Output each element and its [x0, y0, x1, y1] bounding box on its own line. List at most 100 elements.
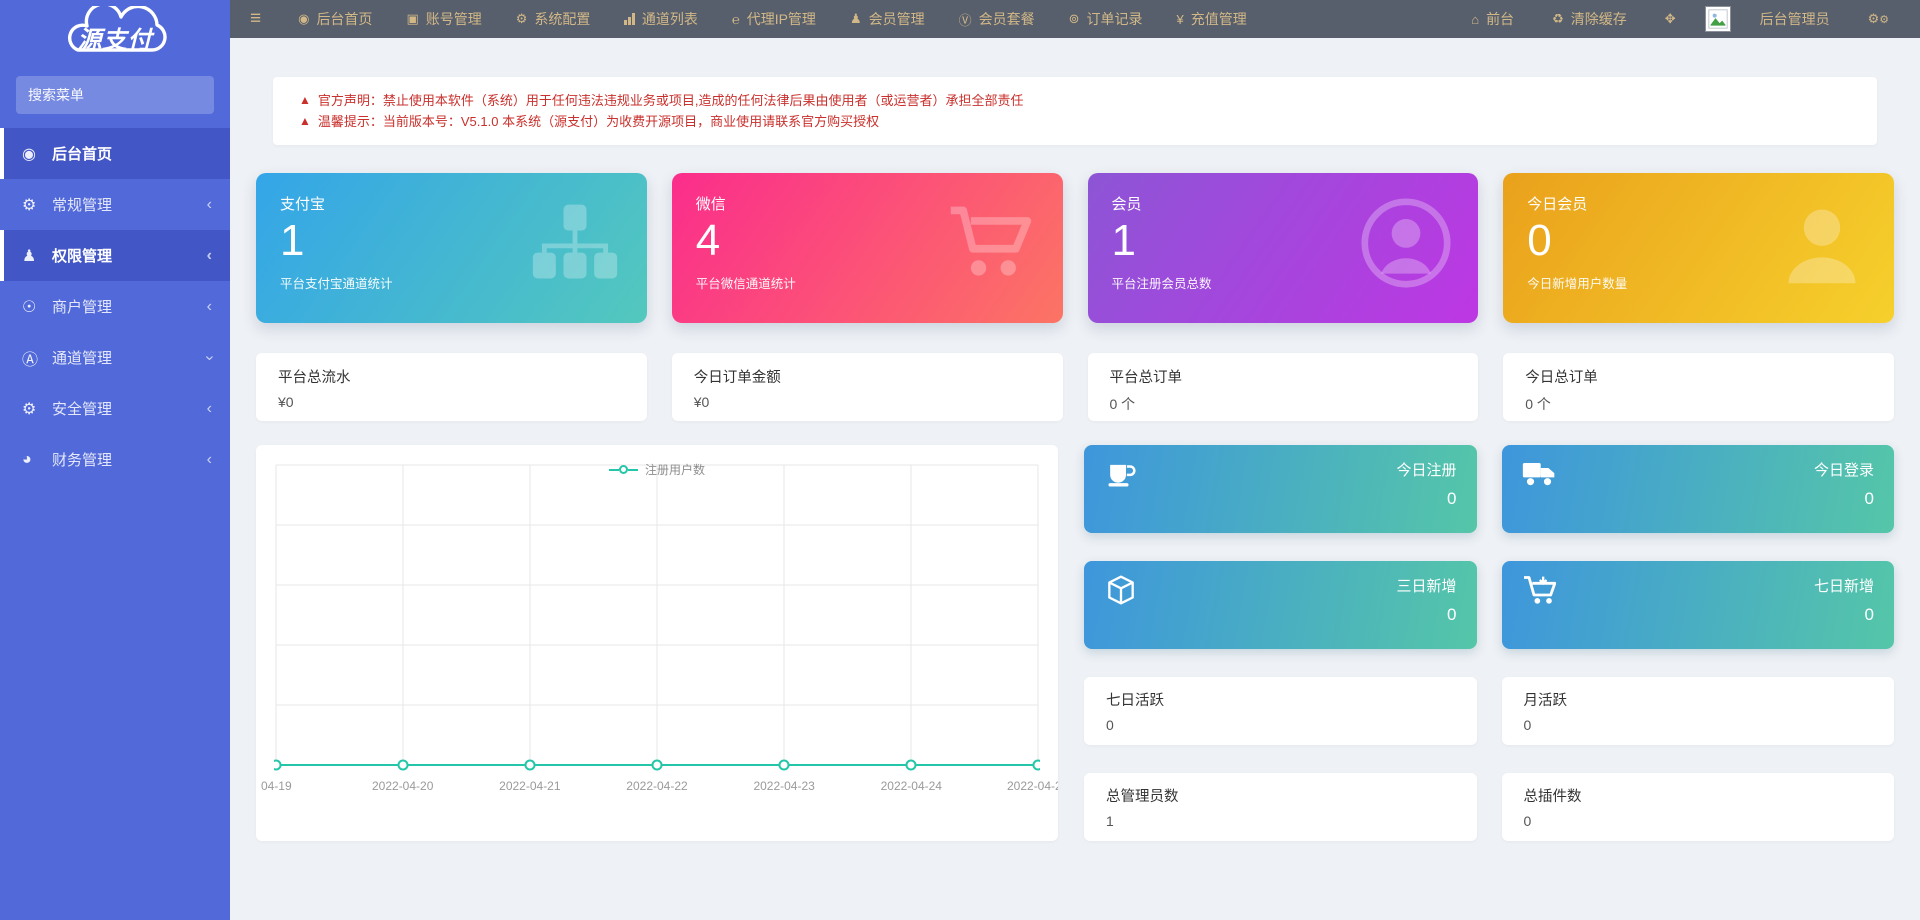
chevron-left-icon: ‹	[207, 298, 212, 316]
right-tiles-grid: 今日注册 0 今日登录 0	[1084, 445, 1894, 841]
sidebar-item-label: 后台首页	[52, 143, 112, 164]
topbar-item-label: 后台首页	[316, 9, 372, 29]
summary-cards-row: 平台总流水 ¥0 今日订单金额 ¥0 平台总订单 0 个 今日总订单 0 个	[256, 353, 1894, 421]
topbar-item-label: 充值管理	[1191, 9, 1247, 29]
logo-text: 源支付	[78, 20, 153, 55]
trash-icon: ♻	[1552, 11, 1564, 27]
admin-settings-button[interactable]: ⚙⚙	[1851, 0, 1906, 38]
topbar-item-system-config[interactable]: ⚙ 系统配置	[499, 0, 608, 38]
channel-icon: Ⓐ	[22, 346, 52, 370]
topbar-item-member-packages[interactable]: Ⓥ 会员套餐	[942, 0, 1052, 38]
summary-value: 0 个	[1110, 394, 1457, 414]
tile-today-register: 今日注册 0	[1084, 445, 1477, 533]
x-tick-label: 2022-04-23	[753, 779, 814, 793]
cart-icon	[945, 197, 1037, 289]
mini-card-value: 1	[1106, 813, 1455, 829]
gears-icon: ⚙⚙	[1868, 11, 1889, 27]
tile-today-login: 今日登录 0	[1502, 445, 1895, 533]
frontend-link[interactable]: ⌂ 前台	[1454, 0, 1531, 38]
account-icon: ▣	[406, 11, 418, 27]
summary-card-total-flow: 平台总流水 ¥0	[256, 353, 647, 421]
summary-card-today-orders: 今日总订单 0 个	[1503, 353, 1894, 421]
x-tick-label: 2022-04-22	[626, 779, 687, 793]
sidebar: 源支付 ◉ 后台首页 ⚙ 常规管理 ‹ ♟ 权限管理 ‹	[0, 0, 230, 920]
content: ▲ 官方声明：禁止使用本软件（系统）用于任何违法违规业务或项目,造成的任何法律后…	[230, 38, 1920, 920]
logo: 源支付	[0, 0, 230, 66]
topbar-item-recharge[interactable]: ¥ 充值管理	[1160, 0, 1264, 38]
sidebar-nav: ◉ 后台首页 ⚙ 常规管理 ‹ ♟ 权限管理 ‹ ☉ 商户管理 ‹ Ⓐ 通道管理	[0, 128, 230, 485]
mini-card-label: 七日活跃	[1106, 689, 1455, 710]
alert-panel: ▲ 官方声明：禁止使用本软件（系统）用于任何违法违规业务或项目,造成的任何法律后…	[273, 77, 1877, 145]
stat-card-wechat: 微信 4 平台微信通道统计	[672, 173, 1063, 323]
sidebar-item-channel[interactable]: Ⓐ 通道管理 ‹	[0, 332, 230, 383]
chevron-down-icon: ‹	[200, 355, 218, 360]
bottom-section: 注册用户数	[256, 445, 1894, 841]
chevron-left-icon: ‹	[207, 247, 212, 265]
topbar-item-label: 会员管理	[869, 9, 925, 29]
x-tick-label: 04-19	[261, 779, 292, 793]
admin-user-menu[interactable]: 后台管理员	[1743, 0, 1847, 38]
home-icon: ⌂	[1471, 12, 1479, 27]
legend-circle-icon	[619, 465, 628, 474]
sidebar-item-finance[interactable]: ◕ 财务管理 ‹	[0, 434, 230, 485]
sidebar-item-general[interactable]: ⚙ 常规管理 ‹	[0, 179, 230, 230]
summary-label: 平台总流水	[278, 366, 625, 387]
summary-value: ¥0	[278, 394, 625, 410]
topbar-item-proxy-ip[interactable]: ℮ 代理IP管理	[715, 0, 833, 38]
warning-icon: ▲	[299, 90, 311, 111]
topbar-item-label: 通道列表	[642, 9, 698, 29]
official-statement: ▲ 官方声明：禁止使用本软件（系统）用于任何违法违规业务或项目,造成的任何法律后…	[299, 90, 1851, 111]
topbar-item-dashboard[interactable]: ◉ 后台首页	[281, 0, 389, 38]
topbar-item-label: 代理IP管理	[747, 9, 816, 29]
sidebar-item-permissions[interactable]: ♟ 权限管理 ‹	[0, 230, 230, 281]
tile-label: 三日新增	[1396, 575, 1456, 596]
sitemap-icon	[529, 197, 621, 289]
alert-text: 官方声明：禁止使用本软件（系统）用于任何违法违规业务或项目,造成的任何法律后果由…	[318, 90, 1024, 111]
search-input[interactable]	[28, 87, 209, 103]
topbar-right: ⌂ 前台 ♻ 清除缓存 ✥ 后台管	[1454, 0, 1920, 38]
gauge-icon: ◉	[22, 144, 52, 164]
sidebar-item-merchant[interactable]: ☉ 商户管理 ‹	[0, 281, 230, 332]
tile-value: 0	[1396, 605, 1456, 625]
x-tick-label: 2022-04-24	[881, 779, 942, 793]
x-tick-label: 2022-04-25	[1007, 779, 1058, 793]
mini-card-month-active: 月活跃 0	[1502, 677, 1895, 745]
clear-cache-button[interactable]: ♻ 清除缓存	[1535, 0, 1644, 38]
coffee-icon	[1104, 459, 1142, 493]
chevron-left-icon: ‹	[207, 400, 212, 418]
topbar-item-accounts[interactable]: ▣ 账号管理	[389, 0, 498, 38]
topbar-item-members[interactable]: ♟ 会员管理	[833, 0, 942, 38]
summary-label: 今日总订单	[1525, 366, 1872, 387]
yen-icon: ¥	[1177, 12, 1184, 27]
frontend-label: 前台	[1486, 9, 1514, 29]
admin-name: 后台管理员	[1760, 9, 1830, 29]
sidebar-item-label: 安全管理	[52, 398, 112, 419]
legend-line-icon	[628, 469, 638, 471]
user-icon: ♟	[850, 11, 862, 27]
sidebar-item-security[interactable]: ⚙ 安全管理 ‹	[0, 383, 230, 434]
cogs-icon: ⚙	[22, 195, 52, 215]
topbar-item-channel-list[interactable]: 通道列表	[607, 0, 715, 38]
sidebar-item-label: 财务管理	[52, 449, 112, 470]
avatar[interactable]	[1705, 6, 1731, 32]
chart-legend[interactable]: 注册用户数	[609, 461, 705, 478]
topbar: ≡ ◉ 后台首页 ▣ 账号管理 ⚙ 系统配置 通道列表 ℮ 代理IP管理	[230, 0, 1920, 38]
x-tick-label: 2022-04-21	[499, 779, 560, 793]
sidebar-item-label: 通道管理	[52, 347, 112, 368]
tile-value: 0	[1814, 489, 1874, 509]
user-circle-icon	[1360, 197, 1452, 289]
chevron-left-icon: ‹	[207, 196, 212, 214]
mini-card-value: 0	[1524, 717, 1873, 733]
registered-users-chart: 注册用户数	[256, 445, 1058, 841]
sidebar-item-dashboard[interactable]: ◉ 后台首页	[0, 128, 230, 179]
hamburger-menu-icon[interactable]: ≡	[230, 8, 281, 30]
cart-arrow-down-icon	[1522, 575, 1560, 609]
sidebar-item-label: 商户管理	[52, 296, 112, 317]
fullscreen-button[interactable]: ✥	[1648, 0, 1693, 38]
package-icon: Ⓥ	[959, 10, 972, 29]
topbar-item-order-records[interactable]: ⊚ 订单记录	[1052, 0, 1160, 38]
stat-card-alipay: 支付宝 1 平台支付宝通道统计	[256, 173, 647, 323]
legend-label: 注册用户数	[645, 461, 705, 478]
warning-icon: ▲	[299, 111, 311, 132]
summary-card-total-orders: 平台总订单 0 个	[1088, 353, 1479, 421]
